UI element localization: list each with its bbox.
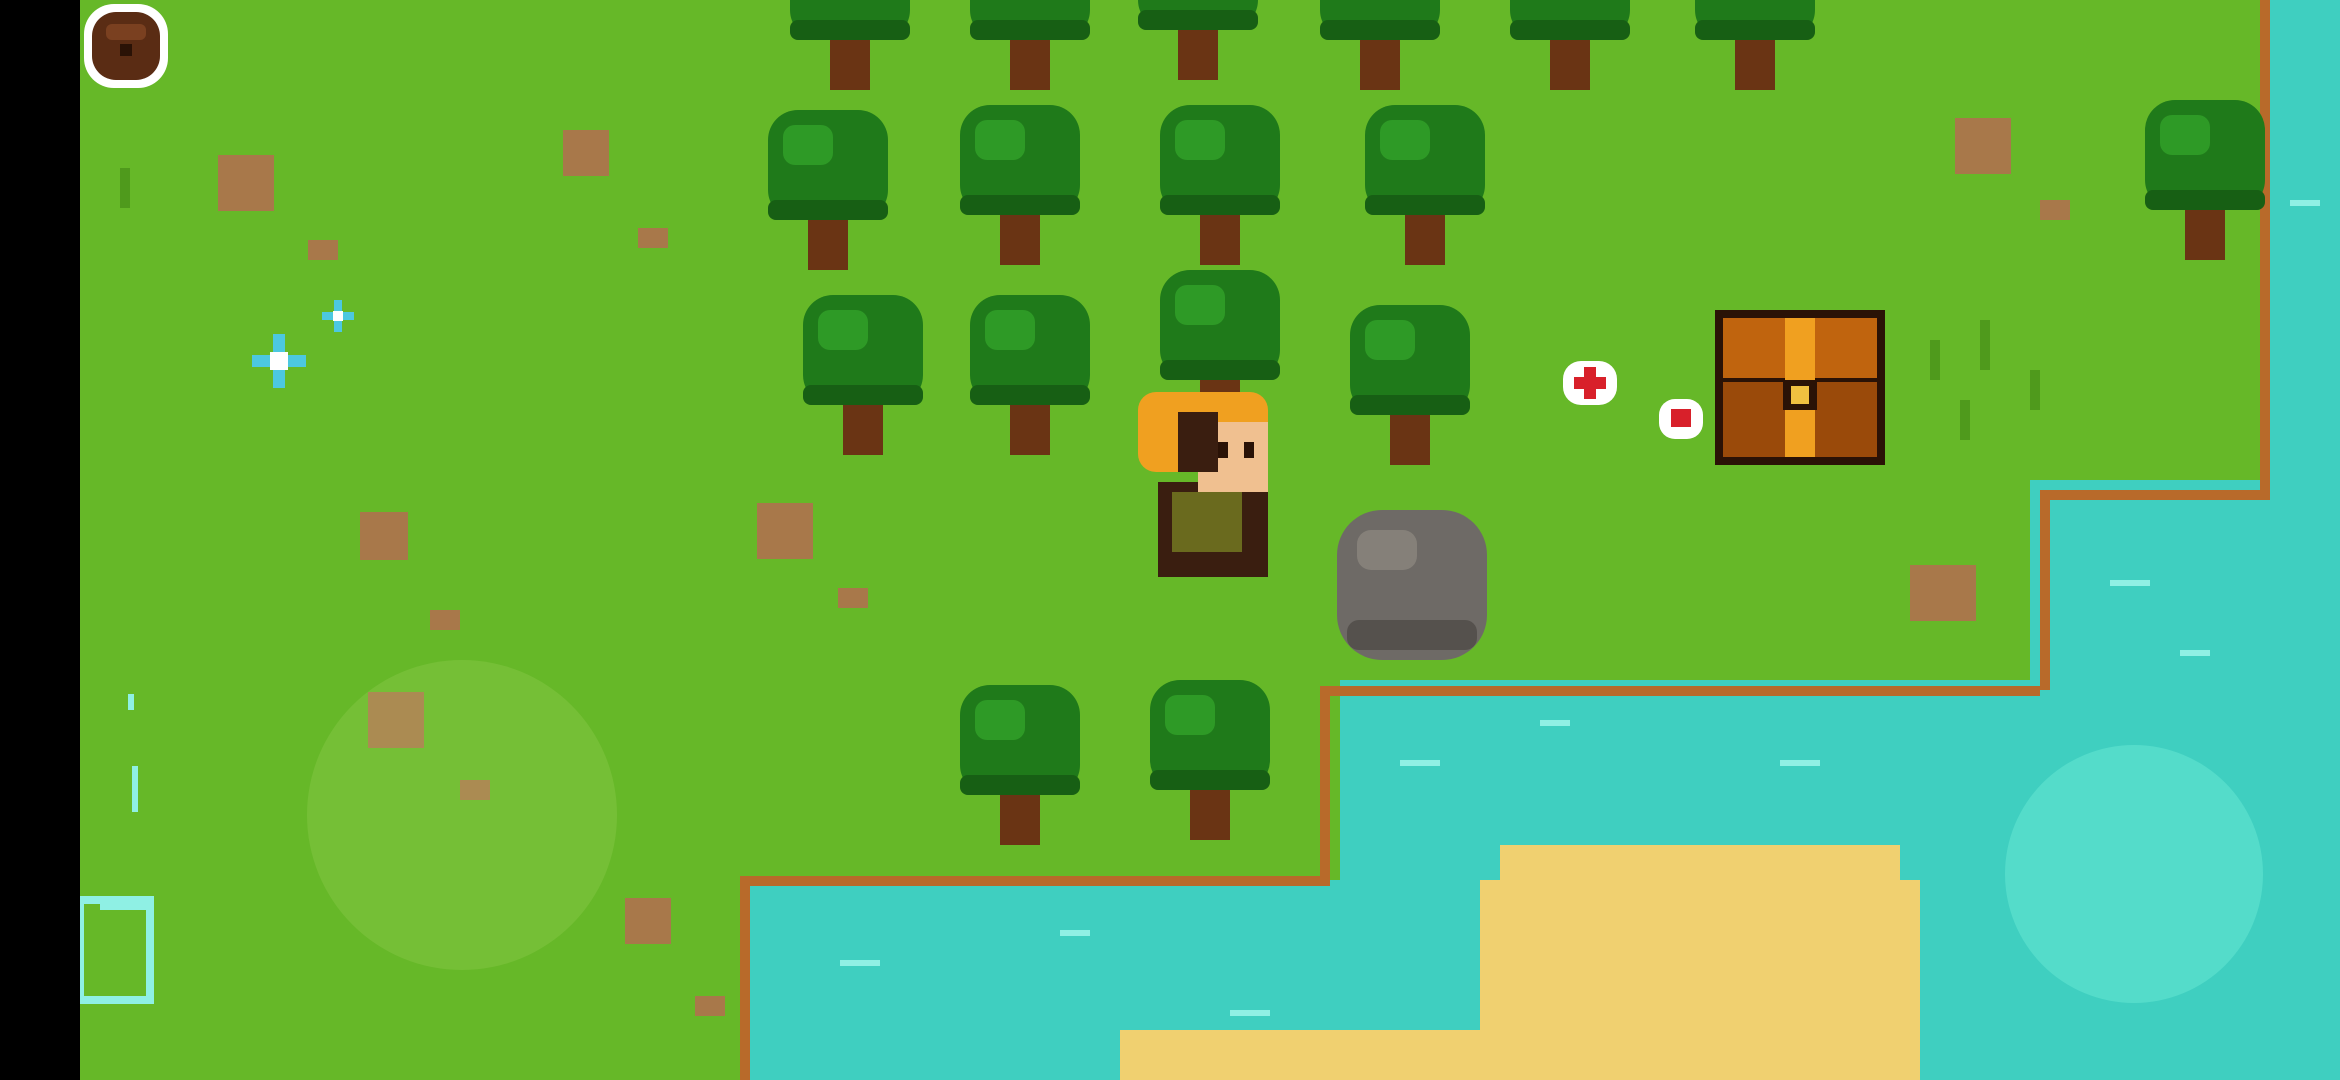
- boulder-icon[interactable]: [1327, 490, 1497, 670]
- tree-row-3: [803, 270, 1470, 465]
- tree-top-row: [790, 0, 1815, 90]
- screen-edge-bar: [0, 0, 80, 1080]
- backpack-icon[interactable]: [80, 0, 172, 92]
- tree-row-2: [768, 100, 2265, 270]
- player-character-icon[interactable]: [1138, 382, 1278, 582]
- blue-flower-icon: [322, 300, 354, 332]
- tree-row-4: [960, 680, 1270, 845]
- treasure-chest-icon[interactable]: [1715, 310, 1885, 465]
- game-world[interactable]: [80, 0, 2340, 1080]
- red-flower-icon[interactable]: [1557, 355, 1623, 411]
- game-screen: [0, 0, 2340, 1080]
- red-flower-icon[interactable]: [1653, 393, 1709, 445]
- action-joystick[interactable]: [2005, 745, 2263, 1003]
- left-edge-hud: [80, 694, 154, 1004]
- blue-flower-icon: [252, 334, 306, 388]
- movement-joystick[interactable]: [307, 660, 617, 970]
